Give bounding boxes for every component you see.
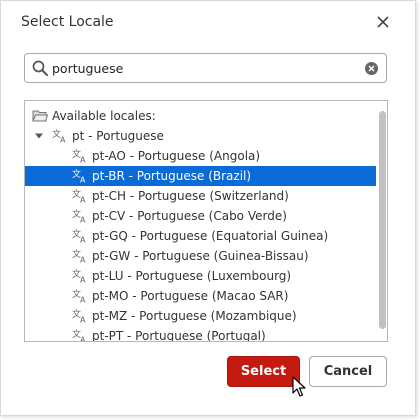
locale-item-label: pt-CV - Portuguese (Cabo Verde)	[92, 209, 287, 223]
svg-text:A: A	[80, 176, 86, 184]
locale-item-pt-mo[interactable]: 文 A pt-MO - Portuguese (Macao SAR)	[25, 286, 376, 306]
locale-item-label: pt-MO - Portuguese (Macao SAR)	[92, 289, 289, 303]
search-icon	[32, 60, 48, 76]
search-input[interactable]	[52, 57, 352, 79]
mouse-pointer-icon	[292, 376, 306, 397]
translate-icon: 文 A	[72, 289, 86, 304]
svg-text:A: A	[80, 296, 86, 304]
svg-text:A: A	[80, 156, 86, 164]
locale-item-label: pt-CH - Portuguese (Switzerland)	[92, 189, 289, 203]
locale-item-label: pt-PT - Portuguese (Portugal)	[92, 329, 266, 342]
locale-item-label: pt-GQ - Portuguese (Equatorial Guinea)	[92, 229, 329, 243]
svg-text:A: A	[80, 216, 86, 224]
tree-group-label: pt - Portuguese	[72, 129, 164, 143]
locale-item-label: pt-AO - Portuguese (Angola)	[92, 149, 261, 163]
translate-icon: 文 A	[52, 129, 66, 144]
locale-item-pt-lu[interactable]: 文 A pt-LU - Portuguese (Luxembourg)	[25, 266, 376, 286]
translate-icon: 文 A	[72, 209, 86, 224]
tree-root-label: Available locales:	[52, 109, 156, 123]
translate-icon: 文 A	[72, 149, 86, 164]
locale-tree[interactable]: Available locales: 文 A pt - Portuguese 文…	[24, 100, 388, 342]
locale-item-pt-br[interactable]: 文 A pt-BR - Portuguese (Brazil)	[25, 166, 376, 186]
search-box[interactable]	[24, 53, 387, 83]
translate-icon: 文 A	[72, 309, 86, 324]
folder-open-icon	[32, 110, 48, 122]
locale-item-pt-mz[interactable]: 文 A pt-MZ - Portuguese (Mozambique)	[25, 306, 376, 326]
locale-item-pt-ao[interactable]: 文 A pt-AO - Portuguese (Angola)	[25, 146, 376, 166]
svg-text:A: A	[80, 336, 86, 343]
dialog-title: Select Locale	[21, 14, 114, 30]
scrollbar-thumb[interactable]	[379, 111, 386, 329]
svg-text:A: A	[80, 276, 86, 284]
close-icon	[377, 16, 389, 28]
tree-group-pt[interactable]: 文 A pt - Portuguese	[25, 126, 376, 146]
translate-icon: 文 A	[72, 189, 86, 204]
translate-icon: 文 A	[72, 249, 86, 264]
svg-text:A: A	[60, 136, 66, 144]
svg-text:A: A	[80, 236, 86, 244]
locale-item-pt-ch[interactable]: 文 A pt-CH - Portuguese (Switzerland)	[25, 186, 376, 206]
translate-icon: 文 A	[72, 269, 86, 284]
close-button[interactable]	[371, 10, 395, 34]
locale-item-label: pt-GW - Portuguese (Guinea-Bissau)	[92, 249, 309, 263]
tree-root[interactable]: Available locales:	[25, 106, 376, 126]
translate-icon: 文 A	[72, 169, 86, 184]
cancel-button[interactable]: Cancel	[309, 356, 387, 387]
collapse-arrow-icon[interactable]	[35, 132, 43, 140]
tree-scrollbar[interactable]	[377, 101, 387, 341]
translate-icon: 文 A	[72, 329, 86, 343]
locale-item-pt-cv[interactable]: 文 A pt-CV - Portuguese (Cabo Verde)	[25, 206, 376, 226]
svg-text:A: A	[80, 196, 86, 204]
locale-item-label: pt-MZ - Portuguese (Mozambique)	[92, 309, 297, 323]
locale-item-label: pt-LU - Portuguese (Luxembourg)	[92, 269, 292, 283]
select-locale-dialog: Select Locale Available locales:	[0, 0, 416, 416]
translate-icon: 文 A	[72, 229, 86, 244]
locale-item-pt-gw[interactable]: 文 A pt-GW - Portuguese (Guinea-Bissau)	[25, 246, 376, 266]
svg-text:A: A	[80, 316, 86, 324]
svg-text:A: A	[80, 256, 86, 264]
locale-item-pt-gq[interactable]: 文 A pt-GQ - Portuguese (Equatorial Guine…	[25, 226, 376, 246]
locale-item-label: pt-BR - Portuguese (Brazil)	[92, 169, 252, 183]
select-button[interactable]: Select	[227, 356, 300, 387]
clear-icon[interactable]	[364, 61, 379, 76]
locale-item-pt-pt[interactable]: 文 A pt-PT - Portuguese (Portugal)	[25, 326, 376, 343]
